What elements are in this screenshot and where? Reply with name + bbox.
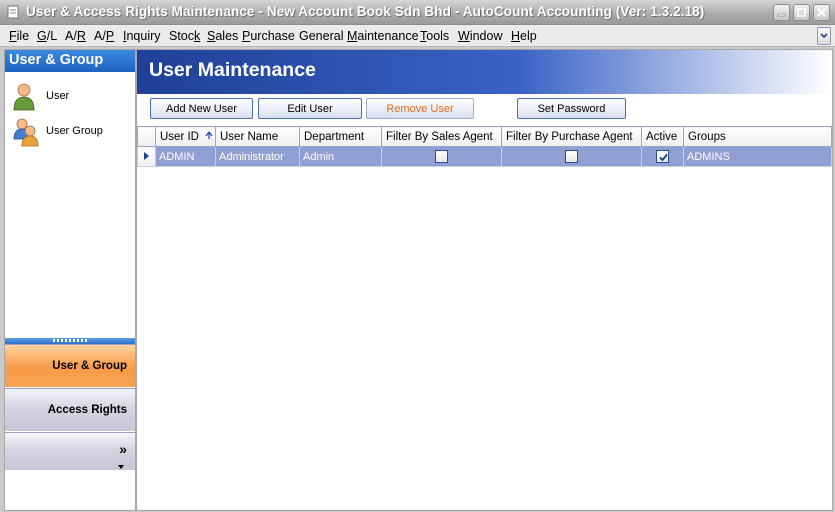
filter-purchase-agent-checkbox[interactable] bbox=[565, 150, 578, 163]
filter-sales-agent-checkbox[interactable] bbox=[435, 150, 448, 163]
column-header-user-name[interactable]: User Name bbox=[215, 126, 300, 147]
nav-item-user-group[interactable]: User Group bbox=[5, 117, 135, 147]
column-header-department[interactable]: Department bbox=[299, 126, 382, 147]
row-indicator-header bbox=[137, 126, 156, 147]
double-chevron-icon: » bbox=[119, 441, 127, 457]
title-banner: User Maintenance bbox=[137, 50, 832, 94]
column-header-active[interactable]: Active bbox=[641, 126, 684, 147]
column-header-user-id[interactable]: User ID bbox=[155, 126, 216, 147]
cell-department[interactable]: Admin bbox=[299, 146, 382, 167]
menu-dropdown-button[interactable] bbox=[817, 27, 831, 45]
row-indicator[interactable] bbox=[137, 146, 156, 167]
column-header-filter-purchase-agent[interactable]: Filter By Purchase Agent bbox=[501, 126, 642, 147]
title-bar: User & Access Rights Maintenance - New A… bbox=[0, 0, 835, 25]
add-new-user-button[interactable]: Add New User bbox=[150, 98, 253, 119]
remove-user-button[interactable]: Remove User bbox=[366, 98, 474, 119]
left-navigation-panel: User & Group User User Group User & Grou… bbox=[4, 49, 136, 511]
maximize-button[interactable] bbox=[793, 4, 810, 21]
column-header-filter-sales-agent[interactable]: Filter By Sales Agent bbox=[381, 126, 502, 147]
active-checkbox[interactable] bbox=[656, 150, 669, 163]
nav-item-user-group-label: User Group bbox=[46, 125, 103, 137]
cell-active[interactable] bbox=[641, 146, 684, 167]
menu-ar[interactable]: A/R bbox=[65, 29, 86, 43]
nav-item-user-label: User bbox=[46, 90, 70, 102]
menu-help[interactable]: Help bbox=[511, 29, 537, 43]
menu-purchase[interactable]: Purchase bbox=[242, 29, 295, 43]
page-title: User Maintenance bbox=[149, 59, 316, 81]
main-panel: User Maintenance Add New User Edit User … bbox=[136, 49, 833, 511]
panel-header: User & Group bbox=[5, 50, 135, 72]
close-button[interactable] bbox=[813, 4, 830, 21]
app-icon bbox=[7, 5, 19, 19]
nav-button-access-rights[interactable]: Access Rights bbox=[5, 388, 135, 431]
minimize-button[interactable] bbox=[773, 4, 790, 21]
menu-gl[interactable]: G/L bbox=[37, 29, 57, 43]
row-pointer-icon bbox=[144, 151, 149, 160]
grid-header-row: User ID User Name Department Filter By S… bbox=[137, 126, 832, 147]
nav-button-user-group[interactable]: User & Group bbox=[5, 344, 135, 387]
menu-stock[interactable]: Stock bbox=[169, 29, 200, 43]
edit-user-button[interactable]: Edit User bbox=[258, 98, 362, 119]
close-icon bbox=[817, 8, 826, 17]
cell-filter-sales-agent[interactable] bbox=[381, 146, 502, 167]
user-grid: User ID User Name Department Filter By S… bbox=[137, 126, 832, 167]
cell-filter-purchase-agent[interactable] bbox=[501, 146, 642, 167]
user-group-icon bbox=[13, 118, 39, 147]
chevron-down-icon bbox=[820, 33, 828, 39]
cell-groups[interactable]: ADMINS bbox=[683, 146, 832, 167]
menu-ap[interactable]: A/P bbox=[94, 29, 114, 43]
menu-inquiry[interactable]: Inquiry bbox=[123, 29, 161, 43]
menu-bar: File G/L A/R A/P Inquiry Stock Sales Pur… bbox=[0, 25, 835, 47]
checkmark-icon bbox=[659, 153, 668, 162]
user-icon bbox=[13, 83, 35, 111]
menu-general-maintenance[interactable]: General Maintenance bbox=[299, 29, 419, 43]
minimize-icon bbox=[777, 13, 786, 17]
table-row[interactable]: ADMIN Administrator Admin ADMINS bbox=[137, 146, 832, 167]
cell-user-id[interactable]: ADMIN bbox=[155, 146, 216, 167]
menu-tools[interactable]: Tools bbox=[420, 29, 449, 43]
set-password-button[interactable]: Set Password bbox=[517, 98, 626, 119]
cell-user-name[interactable]: Administrator bbox=[215, 146, 300, 167]
menu-file[interactable]: File bbox=[9, 29, 29, 43]
splitter-grip-icon bbox=[53, 339, 87, 342]
maximize-icon bbox=[797, 8, 806, 17]
menu-sales[interactable]: Sales bbox=[207, 29, 238, 43]
nav-more-button[interactable]: » bbox=[5, 432, 135, 470]
window-title: User & Access Rights Maintenance - New A… bbox=[26, 4, 705, 19]
column-header-groups[interactable]: Groups bbox=[683, 126, 832, 147]
nav-item-user[interactable]: User bbox=[5, 82, 135, 112]
menu-window[interactable]: Window bbox=[458, 29, 502, 43]
chevron-down-icon bbox=[118, 465, 124, 469]
arrow-up-icon bbox=[205, 131, 213, 139]
